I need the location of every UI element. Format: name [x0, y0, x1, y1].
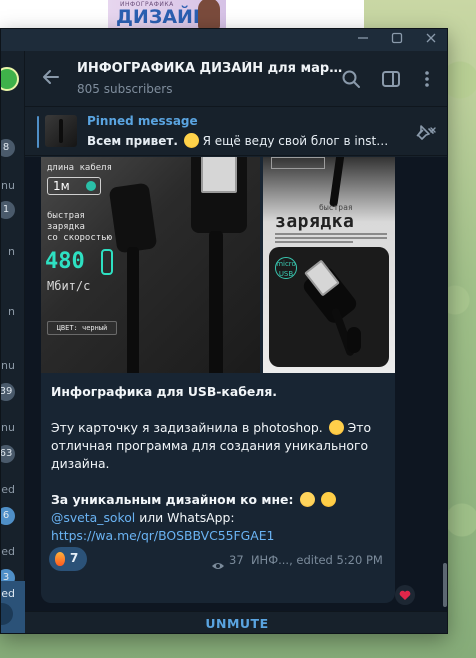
cable-chip-icon	[86, 181, 96, 191]
cable	[329, 157, 345, 208]
heart-icon[interactable]	[395, 585, 415, 605]
whatsapp-link[interactable]: https://wa.me/qr/BOSBBVC55FGAE1	[51, 528, 274, 543]
chat-preview-fragment: nu	[1, 421, 15, 434]
telegram-window: 8 nu 1 n n nu 39 nu 63 ed 6 ed 3 ne	[0, 28, 448, 634]
more-vertical-icon[interactable]	[415, 67, 439, 91]
chat-header: ИНФОГРАФИКА ДИЗАЙН для маркет... 805 sub…	[25, 51, 447, 107]
speed-unit: Мбит/с	[47, 279, 91, 293]
avatar	[1, 603, 13, 625]
charge-label-line2: зарядка	[47, 222, 85, 232]
chat-list-item-selected[interactable]: ned	[1, 581, 25, 633]
product-image-2[interactable]: быстрая зарядка micro USB	[263, 157, 395, 373]
pinned-text-rest: Я ещё веду свой блог в instag...	[202, 134, 393, 148]
unread-badge: 8	[1, 139, 15, 157]
side-panel-icon[interactable]	[379, 67, 403, 91]
thumbnail-portrait	[198, 0, 220, 30]
usb-plug	[201, 157, 237, 193]
length-label: длина кабеля	[47, 163, 113, 173]
product-image-1[interactable]: длина кабеля 1м быстрая зарядка со скоро…	[41, 157, 260, 373]
micro-usb-connector	[347, 327, 361, 353]
unpin-icon[interactable]	[411, 120, 437, 144]
brand-tag	[271, 157, 325, 169]
grin-emoji-icon	[299, 492, 315, 507]
close-icon[interactable]	[415, 29, 447, 51]
bottom-bar: UNMUTE	[25, 611, 447, 633]
chat-list-item[interactable]: n	[1, 227, 25, 287]
charge-label: быстрая зарядка со скоростью	[47, 211, 112, 244]
chat-preview-fragment: n	[8, 245, 15, 258]
cable	[209, 231, 223, 373]
chat-list-item[interactable]: n	[1, 287, 25, 347]
pinned-indicator	[37, 116, 39, 148]
thumbnail-title: ДИЗАЙН	[116, 6, 209, 28]
chat-preview-fragment: ed	[1, 545, 15, 558]
unread-badge: 6	[1, 507, 15, 525]
chat-preview-fragment: nu	[1, 179, 15, 192]
charge-label-line3: со скоростью	[47, 233, 113, 243]
maximize-icon[interactable]	[381, 29, 413, 51]
post-meta: 37 ИНФ..., edited 5:20 PM	[229, 553, 383, 567]
pinned-thumbnail	[45, 115, 77, 147]
post-contact-details: @sveta_sokol или WhatsApp:	[51, 509, 387, 527]
messages-scrollbar[interactable]	[443, 563, 447, 607]
unread-badge: 39	[1, 383, 15, 401]
chat-list-item[interactable]: nu 1	[1, 161, 25, 221]
search-icon[interactable]	[339, 67, 363, 91]
pinned-text: Всем привет. Я ещё веду свой блог в inst…	[87, 133, 393, 148]
image2-description-lines	[275, 233, 387, 247]
contact-handle-link[interactable]: @sveta_sokol	[51, 510, 135, 525]
chat-list: 8 nu 1 n n nu 39 nu 63 ed 6 ed 3 ne	[1, 51, 25, 633]
post-line2: Эту карточку я задизайнила в photoshop.	[51, 420, 323, 435]
charge-label-line1: быстрая	[47, 211, 85, 221]
post-paragraph: Эту карточку я задизайнила в photoshop. …	[51, 419, 387, 473]
length-value: 1м	[53, 179, 70, 193]
usb-connector-body	[108, 182, 158, 254]
unmute-button[interactable]: UNMUTE	[25, 612, 447, 633]
chat-list-item[interactable]: nu 63	[1, 403, 25, 463]
unread-badge: 1	[1, 201, 15, 219]
messages-area[interactable]: длина кабеля 1м быстрая зарядка со скоро…	[25, 157, 447, 611]
eye-icon	[211, 556, 225, 569]
channel-post[interactable]: длина кабеля 1м быстрая зарядка со скоро…	[41, 157, 395, 603]
pinned-label: Pinned message	[87, 114, 198, 128]
cable	[127, 247, 139, 373]
unread-badge: 63	[1, 445, 15, 463]
reaction-count: 7	[70, 551, 79, 565]
chat-list-item[interactable]: nu 39	[1, 341, 25, 401]
post-line3: За уникальным дизайном ко мне:	[51, 492, 294, 507]
chat-list-item[interactable]: ed 6	[1, 465, 25, 525]
back-arrow-icon[interactable]	[39, 67, 63, 91]
micro-usb-badge: micro USB	[275, 257, 297, 279]
post-contact-line: За уникальным дизайном ко мне:	[51, 491, 387, 509]
hugging-emoji-icon	[328, 420, 344, 435]
post-title: Инфографика для USB-кабеля.	[51, 384, 277, 399]
contact-mid-text: или WhatsApp:	[135, 510, 235, 525]
unmute-label: UNMUTE	[205, 616, 269, 631]
chat-list-item[interactable]: ed 3	[1, 527, 25, 587]
pinned-message-bar[interactable]: Pinned message Всем привет. Я ещё веду с…	[25, 108, 447, 156]
minimize-icon[interactable]	[347, 29, 379, 51]
author-and-time: ИНФ..., edited 5:20 PM	[250, 553, 383, 567]
speed-value: 480	[45, 249, 85, 274]
subscriber-count: 805 subscribers	[77, 82, 173, 96]
chat-title[interactable]: ИНФОГРАФИКА ДИЗАЙН для маркет...	[77, 61, 347, 76]
length-value-box: 1м	[47, 177, 101, 195]
avatar[interactable]	[1, 67, 19, 91]
window-titlebar	[1, 29, 447, 51]
image2-title: зарядка	[275, 211, 355, 232]
chat-preview-fragment: ned	[1, 587, 15, 600]
wink-emoji-icon	[321, 492, 337, 507]
color-label: ЦВЕТ: черный	[47, 321, 117, 335]
battery-bolt-icon	[101, 249, 113, 275]
smile-emoji-icon	[183, 133, 199, 148]
pinned-text-bold: Всем привет.	[87, 134, 178, 148]
chat-preview-fragment: ed	[1, 483, 15, 496]
fire-icon	[55, 552, 65, 566]
post-text: Инфографика для USB-кабеля. Эту карточку…	[51, 383, 387, 545]
view-count: 37	[229, 553, 244, 567]
fire-reaction[interactable]: 7	[49, 547, 87, 571]
chat-preview-fragment: nu	[1, 359, 15, 372]
chat-preview-fragment: n	[8, 305, 15, 318]
